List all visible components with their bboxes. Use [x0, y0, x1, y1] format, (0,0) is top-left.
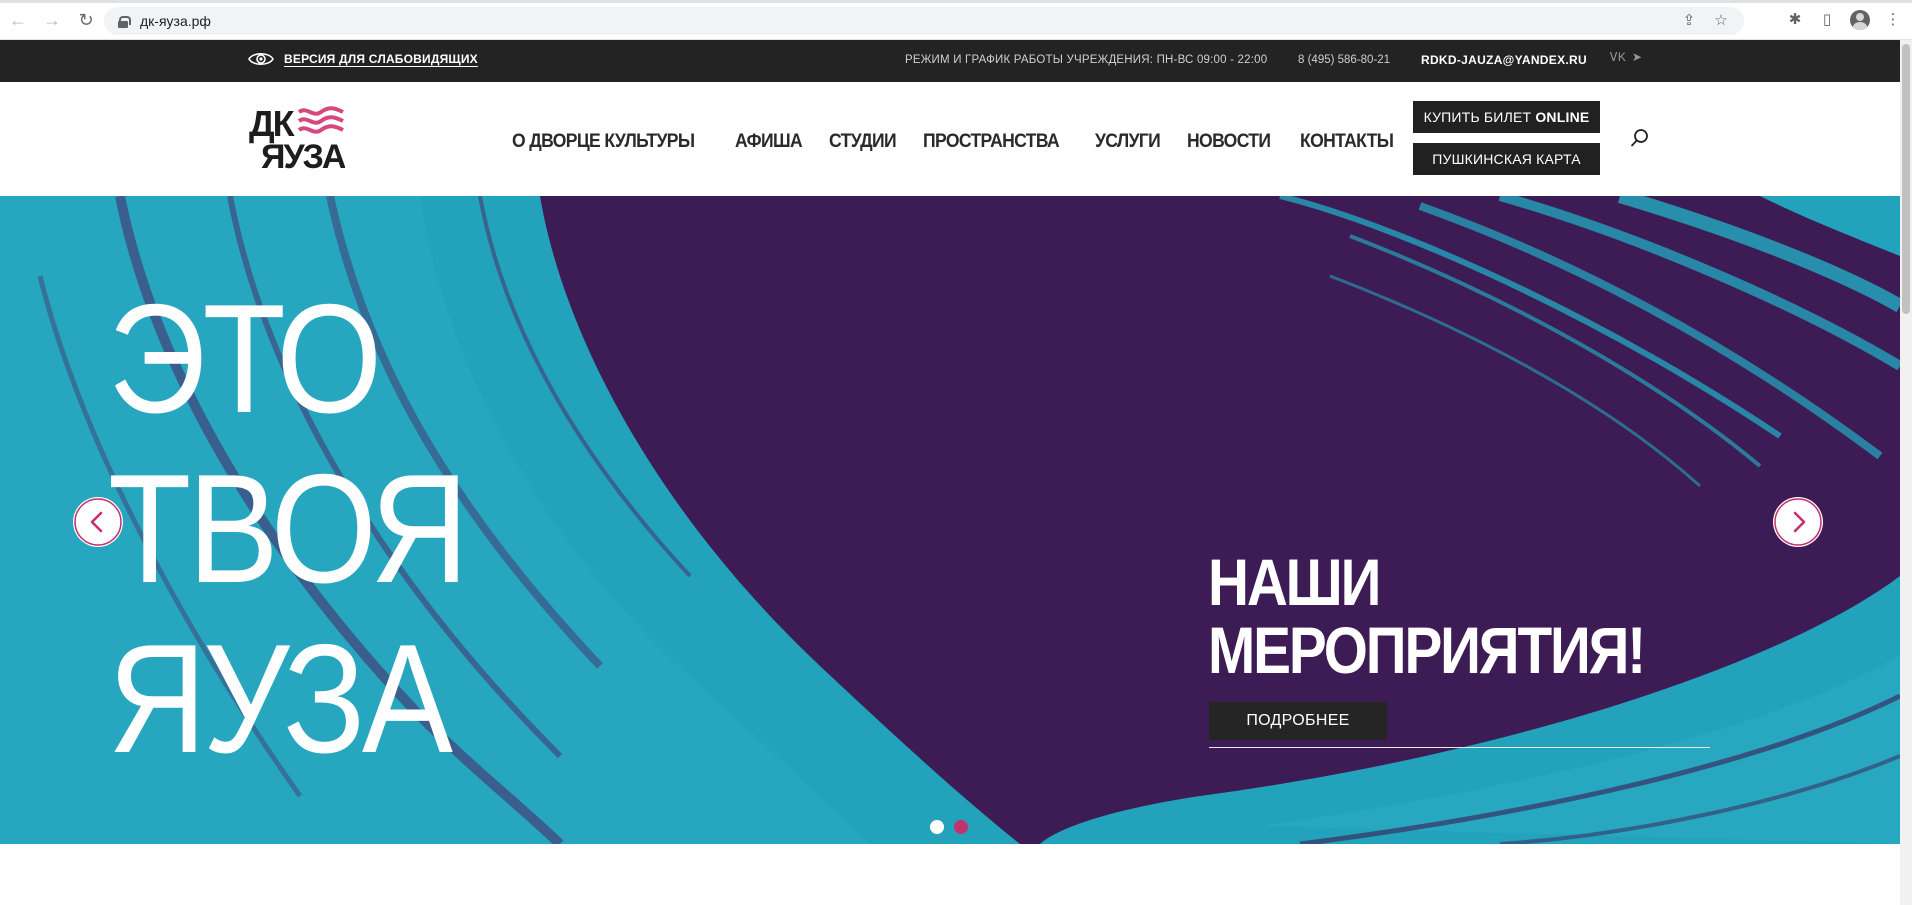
slide-heading: НАШИ МЕРОПРИЯТИЯ! — [1208, 545, 1646, 687]
working-hours: РЕЖИМ И ГРАФИК РАБОТЫ УЧРЕЖДЕНИЯ: ПН-ВС … — [905, 54, 1268, 66]
nav-spaces[interactable]: ПРОСТРАНСТВА — [923, 130, 1060, 153]
slide-divider — [1209, 747, 1710, 748]
profile-icon[interactable] — [1850, 10, 1870, 30]
buy-ticket-online: ONLINE — [1535, 109, 1590, 125]
nav-afisha[interactable]: АФИША — [735, 130, 803, 153]
nav-contacts[interactable]: КОНТАКТЫ — [1300, 130, 1394, 153]
address-bar[interactable]: дк-яуза.рф ⇪ ☆ — [104, 7, 1744, 35]
hero-title-line: ТВОЯ — [108, 442, 469, 615]
logo-text-yauza: ЯУЗА — [261, 138, 345, 170]
browser-nav-buttons: ← → ↻ — [8, 10, 96, 30]
buy-ticket-label: КУПИТЬ БИЛЕТ — [1423, 109, 1536, 125]
social-links: ᏙK ➤ — [1610, 50, 1642, 65]
slider-prev-button[interactable] — [73, 497, 123, 547]
eye-icon[interactable] — [248, 50, 274, 68]
main-navigation: О ДВОРЦЕ КУЛЬТУРЫ АФИША СТУДИИ ПРОСТРАНС… — [512, 130, 1394, 153]
telegram-icon[interactable]: ➤ — [1632, 50, 1642, 65]
scrollbar-thumb[interactable] — [1902, 44, 1910, 314]
forward-icon[interactable]: → — [42, 10, 62, 30]
star-icon[interactable]: ☆ — [1712, 12, 1730, 30]
menu-icon[interactable]: ⋮ — [1884, 11, 1902, 29]
accessibility-version-link[interactable]: ВЕРСИЯ ДЛЯ СЛАБОВИДЯЩИХ — [284, 52, 478, 66]
browser-toolbar: ← → ↻ дк-яуза.рф ⇪ ☆ ✱ ▯ ⋮ — [0, 0, 1912, 40]
slide-heading-line: НАШИ — [1208, 545, 1381, 619]
more-details-button[interactable]: ПОДРОБНЕЕ — [1209, 702, 1387, 740]
reload-icon[interactable]: ↻ — [76, 10, 96, 30]
share-icon[interactable]: ⇪ — [1680, 12, 1698, 30]
chevron-left-icon — [74, 498, 122, 546]
top-info-bar: ВЕРСИЯ ДЛЯ СЛАБОВИДЯЩИХ РЕЖИМ И ГРАФИК Р… — [0, 40, 1900, 82]
extensions-icon[interactable]: ✱ — [1786, 11, 1804, 29]
lock-icon[interactable] — [118, 15, 131, 28]
vk-icon[interactable]: ᏙK — [1610, 50, 1626, 65]
hero-title-line: ЯУЗА — [108, 612, 453, 785]
hero-title-line: ЭТО — [108, 272, 382, 445]
email-link[interactable]: RDKD-JAUZA@YANDEX.RU — [1421, 53, 1587, 67]
slider-pagination — [930, 820, 968, 834]
chevron-right-icon — [1774, 498, 1822, 546]
hero-slider: ЭТО ТВОЯ ЯУЗА НАШИ МЕРОПРИЯТИЯ! ПОДРОБНЕ… — [0, 196, 1900, 844]
search-icon[interactable] — [1630, 128, 1650, 148]
buy-ticket-button[interactable]: КУПИТЬ БИЛЕТ ONLINE — [1413, 101, 1600, 133]
sidebar-icon[interactable]: ▯ — [1818, 11, 1836, 29]
slide-heading-line: МЕРОПРИЯТИЯ! — [1208, 613, 1646, 687]
slider-dot-2[interactable] — [954, 820, 968, 834]
nav-services[interactable]: УСЛУГИ — [1095, 130, 1161, 153]
site-header: ДК ЯУЗА О ДВОРЦЕ КУЛЬТУРЫ АФИША СТУДИИ П… — [0, 82, 1900, 196]
pushkin-card-button[interactable]: ПУШКИНСКАЯ КАРТА — [1413, 143, 1600, 175]
browser-actions: ✱ ▯ ⋮ — [1786, 10, 1902, 30]
url-text[interactable]: дк-яуза.рф — [140, 13, 211, 29]
nav-news[interactable]: НОВОСТИ — [1187, 130, 1271, 153]
back-icon[interactable]: ← — [8, 10, 28, 30]
page-scrollbar[interactable] — [1900, 40, 1912, 905]
nav-about[interactable]: О ДВОРЦЕ КУЛЬТУРЫ — [512, 130, 695, 153]
slider-dot-1[interactable] — [930, 820, 944, 834]
site-logo[interactable]: ДК ЯУЗА — [247, 104, 345, 170]
nav-studios[interactable]: СТУДИИ — [829, 130, 897, 153]
slider-next-button[interactable] — [1773, 497, 1823, 547]
phone-number[interactable]: 8 (495) 586-80-21 — [1298, 54, 1390, 66]
hero-title: ЭТО ТВОЯ ЯУЗА — [108, 272, 469, 785]
